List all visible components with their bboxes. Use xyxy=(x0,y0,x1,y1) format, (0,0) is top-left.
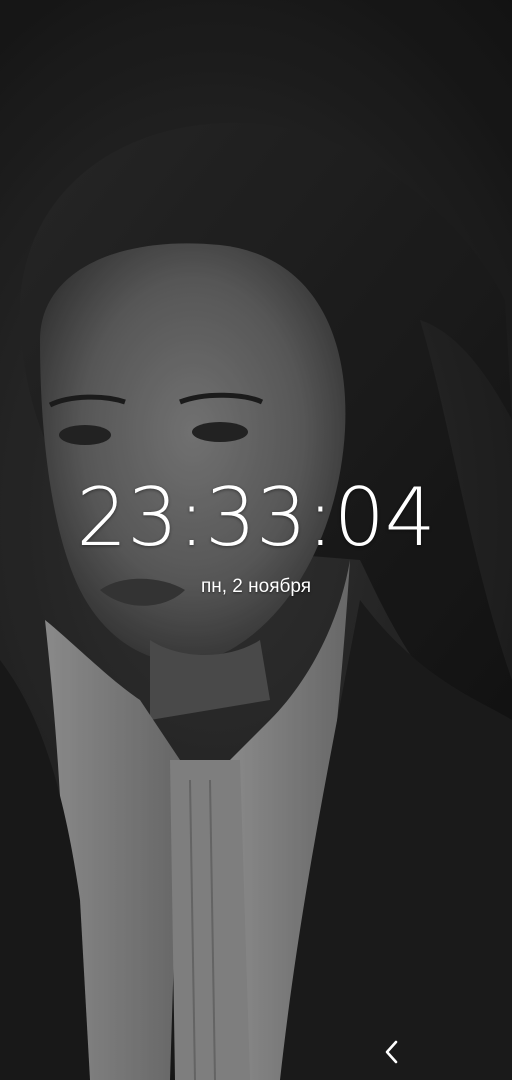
chevron-left-icon xyxy=(382,1039,402,1065)
back-button[interactable] xyxy=(370,1030,414,1074)
lockscreen-clock: 23:33:04 xyxy=(76,471,436,564)
lock-screen: 23:33:04 пн, 2 ноября xyxy=(0,0,512,1080)
lockscreen-date: пн, 2 ноября xyxy=(200,576,312,597)
